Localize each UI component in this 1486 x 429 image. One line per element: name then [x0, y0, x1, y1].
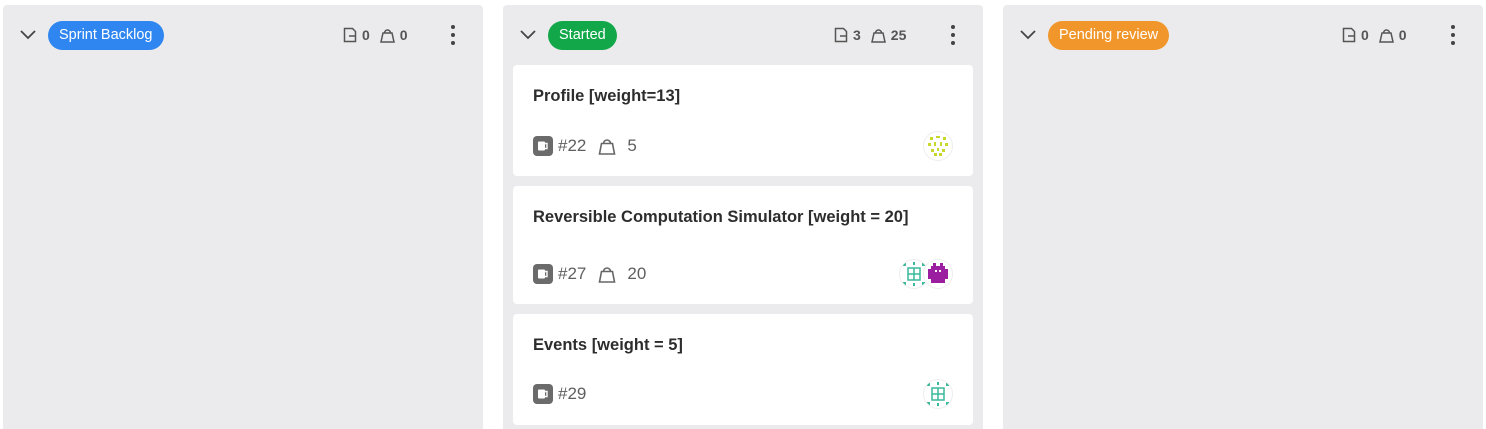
issue-icon	[533, 264, 553, 284]
issue-count-icon	[834, 27, 853, 43]
assignees	[923, 379, 953, 409]
column-stats: 0 0	[1342, 25, 1417, 45]
card-meta: #29	[533, 384, 598, 404]
avatar[interactable]	[923, 259, 953, 289]
issue-count: 0	[1342, 27, 1369, 43]
weight-total: 25	[870, 27, 907, 43]
weight-total-value: 0	[399, 27, 408, 43]
issue-count-value: 3	[853, 27, 861, 43]
kebab-menu-icon[interactable]	[943, 22, 963, 48]
avatar[interactable]	[923, 379, 953, 409]
column-title-badge[interactable]: Started	[548, 21, 617, 50]
weight-total: 0	[379, 27, 408, 43]
chevron-down-icon[interactable]	[1019, 25, 1037, 43]
issue-count-icon	[343, 27, 362, 43]
column-sprint-backlog: Sprint Backlog 0 0	[3, 5, 483, 429]
column-title-badge[interactable]: Pending review	[1048, 21, 1170, 50]
column-stats: 3 25	[834, 25, 916, 45]
chevron-down-icon[interactable]	[19, 25, 37, 43]
weight-icon	[379, 28, 400, 43]
card-weight: 5	[627, 136, 637, 155]
column-pending-review: Pending review 0 0	[1003, 5, 1483, 429]
card-meta: #27 20	[533, 264, 646, 284]
column-header: Pending review 0 0	[1003, 5, 1483, 65]
card-weight: 20	[627, 264, 647, 283]
issue-count: 0	[343, 27, 370, 43]
weight-total-value: 25	[890, 27, 907, 43]
kebab-menu-icon[interactable]	[443, 22, 463, 48]
weight-total: 0	[1378, 27, 1407, 43]
weight-icon	[598, 266, 627, 283]
issue-card[interactable]: Events [weight = 5] #29	[513, 314, 973, 425]
weight-icon	[870, 28, 891, 43]
board: Sprint Backlog 0 0 Started 3 25 Profile …	[0, 0, 1486, 429]
avatar[interactable]	[923, 131, 953, 161]
weight-total-value: 0	[1398, 27, 1407, 43]
issue-count: 3	[834, 27, 861, 43]
issue-icon	[533, 384, 553, 404]
card-title[interactable]: Reversible Computation Simulator [weight…	[533, 207, 913, 228]
column-header: Started 3 25	[503, 5, 983, 65]
assignees	[923, 131, 953, 161]
issue-card[interactable]: Profile [weight=13] #22 5	[513, 65, 973, 176]
column-title-badge[interactable]: Sprint Backlog	[48, 21, 164, 50]
column-started: Started 3 25 Profile [weight=13] #22 5 R…	[503, 5, 983, 429]
issue-count-value: 0	[1361, 27, 1369, 43]
issue-number[interactable]: #27	[558, 264, 586, 284]
issue-number[interactable]: #22	[558, 136, 586, 156]
issue-card[interactable]: Reversible Computation Simulator [weight…	[513, 186, 973, 304]
column-header: Sprint Backlog 0 0	[3, 5, 483, 65]
issue-number[interactable]: #29	[558, 384, 586, 404]
card-meta: #22 5	[533, 136, 637, 156]
chevron-down-icon[interactable]	[519, 25, 537, 43]
issue-icon	[533, 136, 553, 156]
assignees	[899, 259, 953, 289]
card-title[interactable]: Events [weight = 5]	[533, 335, 913, 356]
kebab-menu-icon[interactable]	[1443, 22, 1463, 48]
weight-icon	[1378, 28, 1399, 43]
weight-icon	[598, 138, 627, 155]
card-title[interactable]: Profile [weight=13]	[533, 86, 913, 107]
column-stats: 0 0	[343, 25, 418, 45]
issue-count-value: 0	[362, 27, 370, 43]
issue-count-icon	[1342, 27, 1361, 43]
